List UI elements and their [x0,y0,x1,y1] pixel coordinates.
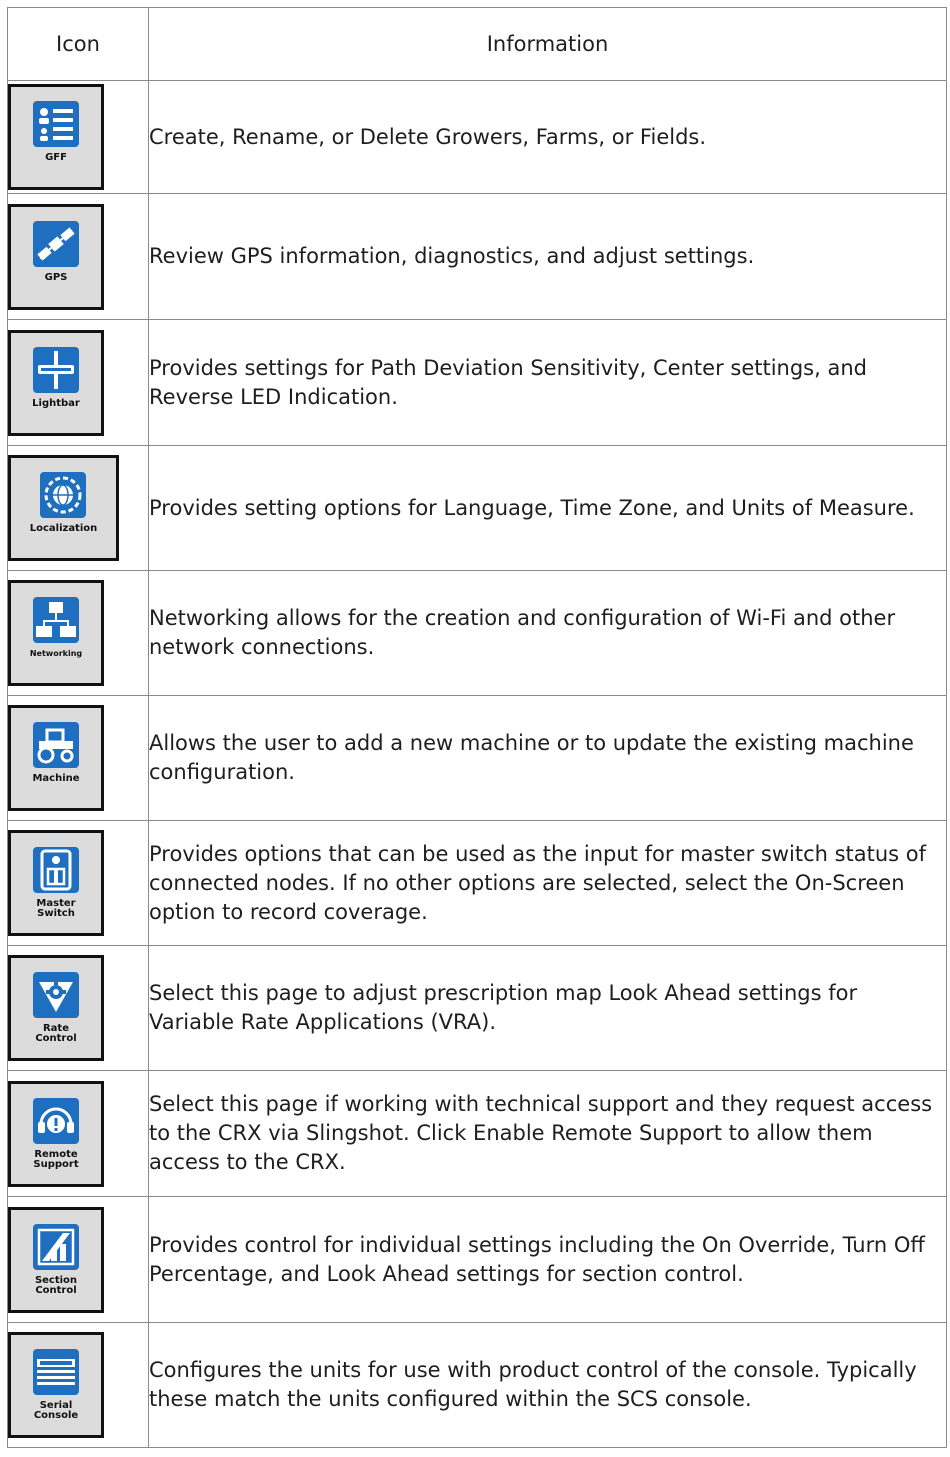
row-description: Provides control for individual settings… [148,1196,947,1323]
lightbar-icon [33,346,79,393]
machine-tractor-icon [33,722,79,768]
gps-satellite-icon [33,220,79,267]
information-column-header: Information [148,7,947,81]
row-description: Select this page if working with technic… [148,1070,947,1197]
master-switch-icon [33,847,79,893]
icon-information-table: Icon Information GFF Create, Rename, or … [7,7,947,1448]
table-row: GPS Review GPS information, diagnostics,… [7,193,947,320]
remote-support-icon [33,1097,79,1144]
row-description: Create, Rename, or Delete Growers, Farms… [148,80,947,194]
rate-control-button-icon: Rate Control [8,955,104,1061]
machine-icon-label: Machine [32,773,80,784]
serial-console-button-icon: Serial Console [8,1332,104,1438]
row-description: Select this page to adjust prescription … [148,945,947,1071]
row-description: Configures the units for use with produc… [148,1322,947,1448]
localization-button-icon: Localization [8,455,119,561]
table-row: GFF Create, Rename, or Delete Growers, F… [7,80,947,194]
gff-icon-label: GFF [45,152,67,163]
row-description: Provides options that can be used as the… [148,820,947,946]
row-description: Provides settings for Path Deviation Sen… [148,319,947,446]
table-row: Section Control Provides control for ind… [7,1196,947,1323]
table-row: Lightbar Provides settings for Path Devi… [7,319,947,446]
remote-support-icon-label: Remote Support [33,1148,79,1170]
serial-console-icon [33,1349,79,1395]
localization-globe-icon [40,472,86,518]
rate-control-icon [33,972,79,1018]
table-row: Remote Support Select this page if worki… [7,1070,947,1197]
lightbar-button-icon: Lightbar [8,329,104,436]
rate-control-icon-label: Rate Control [35,1023,77,1044]
gff-icon [33,101,79,147]
header-row: Icon Information [7,7,947,81]
remote-support-button-icon: Remote Support [8,1080,104,1187]
table-row: Networking Networking allows for the cre… [7,570,947,696]
section-control-icon-label: Section Control [34,1274,78,1296]
networking-button-icon: Networking [8,580,104,686]
gff-button-icon: GFF [8,84,104,190]
row-description: Review GPS information, diagnostics, and… [148,193,947,320]
table-row: Serial Console Configures the units for … [7,1322,947,1448]
localization-icon-label: Localization [29,523,98,534]
icon-column-header: Icon [7,7,149,81]
networking-icon-label: Networking [29,649,83,658]
gps-button-icon: GPS [8,203,104,310]
master-switch-button-icon: Master Switch [8,830,104,936]
lightbar-icon-label: Lightbar [32,397,80,409]
table-row: Machine Allows the user to add a new mac… [7,695,947,821]
master-switch-icon-label: Master Switch [36,898,76,919]
table-row: Rate Control Select this page to adjust … [7,945,947,1071]
machine-button-icon: Machine [8,705,104,811]
table-row: Master Switch Provides options that can … [7,820,947,946]
row-description: Networking allows for the creation and c… [148,570,947,696]
section-control-icon [33,1223,79,1270]
row-description: Allows the user to add a new machine or … [148,695,947,821]
serial-console-icon-label: Serial Console [33,1400,79,1421]
table-row: Localization Provides setting options fo… [7,445,947,571]
section-control-button-icon: Section Control [8,1206,104,1313]
gps-icon-label: GPS [44,271,68,283]
networking-icon [33,597,79,643]
row-description: Provides setting options for Language, T… [148,445,947,571]
